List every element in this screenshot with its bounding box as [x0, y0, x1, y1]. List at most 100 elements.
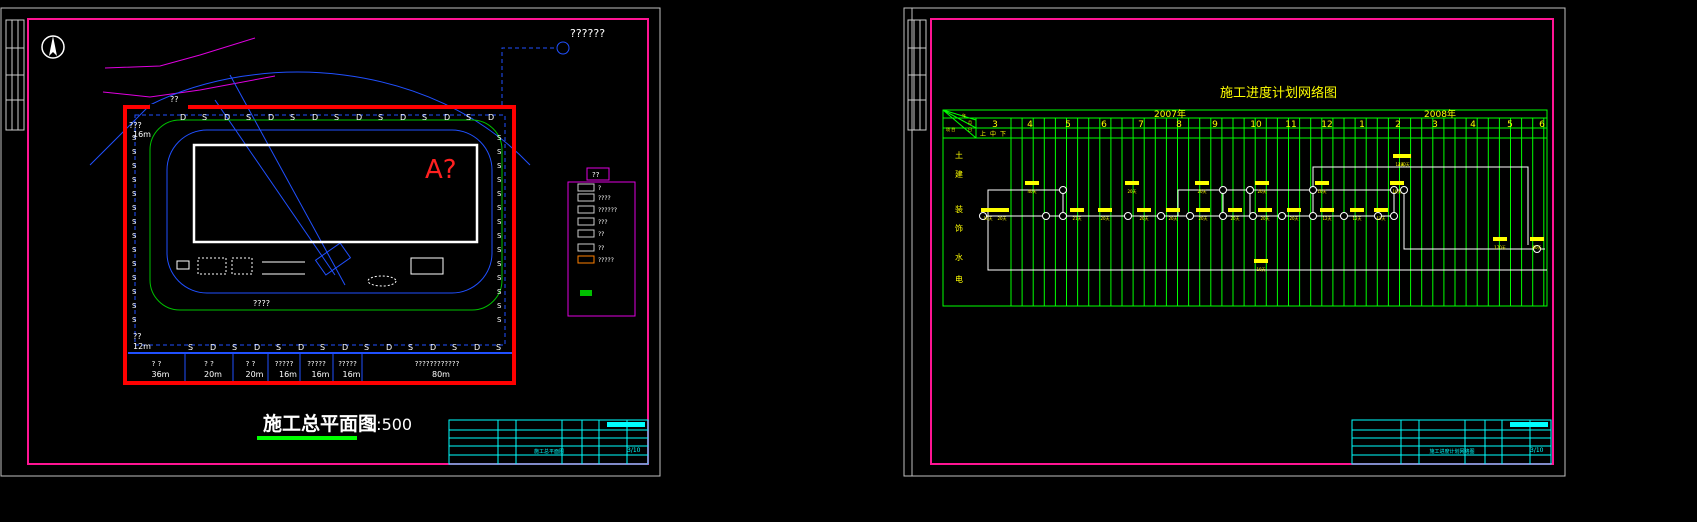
legend-label: ??	[598, 231, 604, 238]
legend-symbol-icon	[577, 229, 595, 238]
site-boundary	[123, 105, 516, 385]
water-supply-line	[501, 47, 555, 105]
crane-line	[214, 99, 336, 276]
pipe-marker: S	[276, 343, 281, 352]
activity-bar	[1196, 208, 1210, 212]
pipe-marker: S	[132, 162, 137, 170]
pipe-marker: S	[132, 190, 137, 198]
pipe-marker: S	[497, 176, 502, 184]
plan-scale: 1:500	[366, 415, 412, 434]
activity-bar	[1390, 181, 1404, 185]
pipe-marker: S	[132, 316, 137, 324]
pipe-marker: S	[422, 113, 427, 122]
room-name: ?????	[275, 360, 294, 368]
activity-bar	[1397, 154, 1411, 158]
north-arrow-icon	[41, 35, 65, 59]
duration-label: 440天	[1398, 162, 1410, 167]
room-size: 80m	[432, 370, 450, 379]
site-gate[interactable]	[150, 104, 188, 112]
room-size: 12m	[133, 342, 151, 351]
duration-label: 20天	[1230, 216, 1239, 221]
duration-label: 20天	[1139, 216, 1148, 221]
legend-label: ?????	[598, 257, 614, 264]
sheet-number: 3/10	[1530, 447, 1544, 454]
road-label: ????	[253, 299, 270, 308]
legend-symbol-icon	[577, 193, 595, 202]
pipe-marker: S	[497, 148, 502, 156]
duration-label: 20天	[1127, 189, 1136, 194]
pipe-marker: S	[132, 232, 137, 240]
event-node	[1059, 186, 1067, 194]
legend-symbol-icon	[580, 290, 592, 296]
title-block: 施工总平面图 3/10	[448, 419, 649, 465]
duration-label: 20天	[1197, 189, 1206, 194]
row-label: 饰	[955, 223, 963, 233]
event-node	[1309, 212, 1317, 220]
duration-label: 20天	[1289, 216, 1298, 221]
duration-label: 20天	[1198, 216, 1207, 221]
duration-label: 20天	[1257, 189, 1266, 194]
month-label: 4	[1027, 120, 1033, 130]
pipe-marker: S	[132, 176, 137, 184]
duration-label: 20天	[1168, 216, 1177, 221]
activity-arrow	[987, 189, 1064, 216]
pipe-marker: S	[132, 246, 137, 254]
duration-label: 10天	[1256, 267, 1265, 272]
month-label: 5	[1065, 120, 1071, 130]
pipe-marker: D	[268, 113, 274, 122]
header-corner-label: 月	[968, 120, 972, 125]
project-name-bar	[1510, 422, 1548, 427]
event-node	[1059, 212, 1067, 220]
pipe-marker: S	[497, 204, 502, 212]
building-label: A?	[425, 155, 457, 185]
pipe-marker: D	[444, 113, 450, 122]
site-facilities	[176, 257, 444, 287]
cad-drawing: ?????? ?? DSSDDSSDDSSDDSSDDSSDDSSDDSSDDS…	[0, 7, 1566, 477]
month-label: 11	[1285, 120, 1296, 130]
activity-bar	[1137, 208, 1151, 212]
pipe-marker: D	[312, 113, 318, 122]
pipe-marker: D	[254, 343, 260, 352]
pipe-marker: S	[497, 190, 502, 198]
activity-bar	[1315, 181, 1329, 185]
pipe-marker: S	[290, 113, 295, 122]
pipe-marker: S	[497, 134, 502, 142]
pipe-markers: DSSDDSSDDSSDDSSDDSSDDSSDDSSDDSS SS SS SS SS S…	[132, 113, 502, 352]
schedule-title: 施工进度计划网络图	[1220, 85, 1337, 101]
activity-bar	[1258, 208, 1272, 212]
event-node	[1340, 212, 1348, 220]
month-label: 6	[1539, 120, 1545, 130]
activity-bar	[1098, 208, 1112, 212]
activity-arrow	[1312, 166, 1529, 245]
revision-strip	[5, 19, 25, 131]
room-size: 16m	[133, 130, 151, 139]
pipe-marker: D	[430, 343, 436, 352]
title-underline	[257, 436, 357, 440]
duration-label: 60天	[1532, 245, 1541, 250]
row-label: 装	[955, 204, 963, 214]
pipe-marker: S	[132, 260, 137, 268]
legend-symbol-icon	[577, 217, 595, 226]
pipe-marker: S	[132, 274, 137, 282]
room-name: ?????	[338, 360, 357, 368]
activity-arrow	[1403, 190, 1545, 250]
duration-label: 21天	[1072, 216, 1081, 221]
sheet-number: 3/10	[627, 447, 641, 454]
pipe-marker: S	[497, 302, 502, 310]
duration-label: 20天	[1260, 216, 1269, 221]
pipe-marker: S	[497, 316, 502, 324]
row-label: 电	[955, 274, 963, 284]
activity-bar	[1350, 208, 1364, 212]
drawing-name: 施工进度计划网络图	[1429, 448, 1474, 455]
pipe-marker: S	[497, 218, 502, 226]
month-label: 9	[1212, 120, 1218, 130]
room-name: ? ?	[246, 360, 256, 368]
water-main	[89, 71, 531, 166]
drawing-name: 施工总平面图	[534, 448, 564, 455]
duration-label: 170天	[1494, 245, 1506, 250]
activity-bar	[1025, 181, 1039, 185]
year-label: 2007年	[1154, 108, 1186, 120]
month-label: 10	[1250, 120, 1262, 130]
pipe-marker: S	[408, 343, 413, 352]
pipe-marker: S	[497, 274, 502, 282]
